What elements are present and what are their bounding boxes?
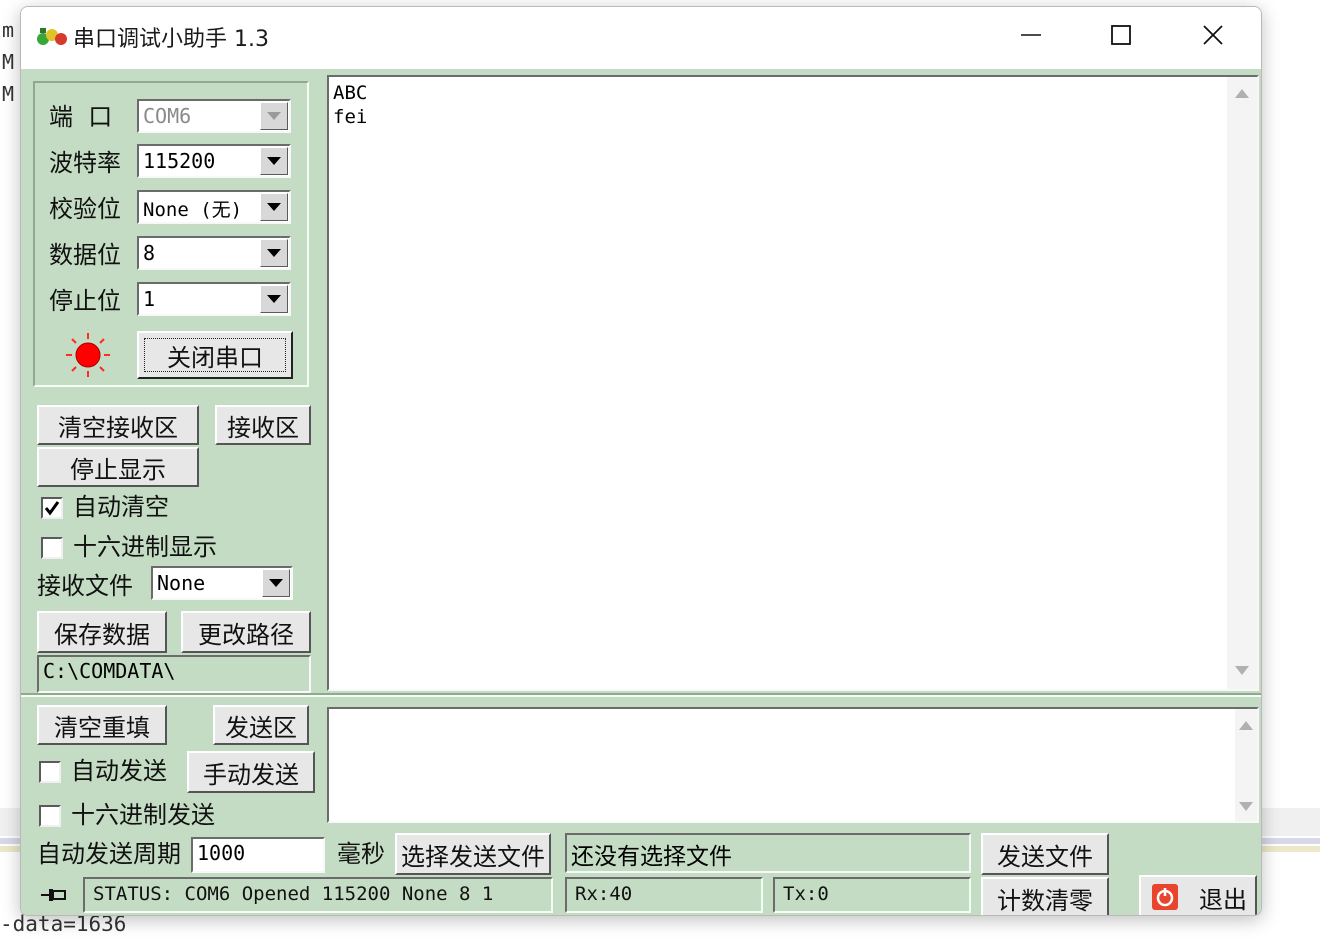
background-char-2: M	[2, 50, 15, 74]
save-data-button[interactable]: 保存数据	[37, 611, 167, 653]
auto-clear-checkbox[interactable]	[41, 497, 63, 519]
window-title: 串口调试小助手 1.3	[73, 27, 269, 52]
auto-send-label: 自动发送	[71, 757, 167, 785]
app-icon	[37, 28, 67, 45]
app-window: 串口调试小助手 1.3 端 口 COM6 波特率 115200 校验位 None…	[20, 6, 1262, 916]
background-char-3: M	[2, 82, 15, 106]
section-separator	[21, 693, 1261, 697]
ms-label: 毫秒	[337, 840, 385, 868]
receive-scrollbar[interactable]	[1227, 77, 1257, 689]
chevron-down-icon[interactable]	[260, 285, 288, 313]
auto-send-checkbox[interactable]	[39, 761, 61, 783]
databits-label: 数据位	[49, 241, 121, 269]
scroll-up-icon[interactable]	[1239, 721, 1253, 730]
status-text: STATUS: COM6 Opened 115200 None 8 1	[83, 877, 553, 913]
send-file-button[interactable]: 发送文件	[981, 833, 1109, 875]
checkmark-icon	[44, 501, 60, 516]
parity-value: None (无)	[143, 199, 243, 221]
receive-file-select[interactable]: None	[151, 566, 293, 600]
power-icon	[1152, 884, 1178, 910]
scroll-up-icon[interactable]	[1235, 89, 1249, 98]
receive-text-area[interactable]: ABC fei	[327, 75, 1259, 691]
scroll-down-icon[interactable]	[1235, 666, 1249, 675]
client-area: 端 口 COM6 波特率 115200 校验位 None (无) 数据位 8 停…	[21, 69, 1261, 915]
save-path-field[interactable]: C:\COMDATA\	[37, 655, 311, 693]
minimize-icon	[1021, 34, 1041, 36]
chevron-down-icon[interactable]	[260, 102, 288, 130]
parity-select[interactable]: None (无)	[137, 190, 291, 224]
change-path-button[interactable]: 更改路径	[181, 611, 311, 653]
port-value: COM6	[143, 104, 192, 128]
send-period-input[interactable]: 1000	[191, 837, 325, 873]
send-area-button[interactable]: 发送区	[213, 705, 309, 745]
chevron-down-icon[interactable]	[260, 147, 288, 175]
port-select[interactable]: COM6	[137, 99, 291, 133]
parity-label: 校验位	[49, 195, 121, 223]
close-port-button[interactable]: 关闭串口	[137, 331, 293, 379]
stopbits-label: 停止位	[49, 287, 121, 315]
close-icon	[1203, 25, 1223, 45]
hex-send-checkbox[interactable]	[39, 805, 61, 827]
send-file-status: 还没有选择文件	[565, 833, 971, 873]
manual-send-button[interactable]: 手动发送	[187, 751, 315, 793]
chevron-down-icon[interactable]	[262, 569, 290, 597]
exit-button[interactable]: 退出	[1139, 875, 1257, 915]
hex-send-label: 十六进制发送	[71, 801, 215, 829]
close-button[interactable]	[1167, 7, 1259, 63]
port-label: 端 口	[49, 103, 113, 131]
stop-display-button[interactable]: 停止显示	[37, 447, 199, 487]
scroll-down-icon[interactable]	[1239, 802, 1253, 811]
stopbits-value: 1	[143, 287, 156, 311]
port-status-indicator-icon	[66, 333, 110, 377]
auto-clear-label: 自动清空	[73, 493, 169, 521]
title-bar[interactable]: 串口调试小助手 1.3	[21, 7, 1261, 63]
receive-file-value: None	[157, 571, 206, 595]
send-scrollbar[interactable]	[1235, 709, 1257, 821]
background-char-1: m	[2, 18, 15, 42]
hex-display-checkbox[interactable]	[41, 537, 63, 559]
stopbits-select[interactable]: 1	[137, 282, 291, 316]
reset-count-button[interactable]: 计数清零	[981, 877, 1109, 915]
minimize-button[interactable]	[985, 7, 1077, 63]
send-period-label: 自动发送周期	[37, 840, 181, 868]
baud-select[interactable]: 115200	[137, 144, 291, 178]
maximize-button[interactable]	[1075, 7, 1167, 63]
select-send-file-button[interactable]: 选择发送文件	[395, 833, 551, 875]
receive-content: ABC fei	[333, 82, 368, 128]
databits-select[interactable]: 8	[137, 236, 291, 270]
databits-value: 8	[143, 241, 156, 265]
baud-label: 波特率	[49, 149, 121, 177]
chevron-down-icon[interactable]	[260, 239, 288, 267]
chevron-down-icon[interactable]	[260, 193, 288, 221]
hex-display-label: 十六进制显示	[73, 533, 217, 561]
send-text-area[interactable]	[327, 707, 1259, 823]
receive-area-button[interactable]: 接收区	[215, 405, 311, 445]
tx-count: Tx:0	[773, 877, 971, 913]
exit-label: 退出	[1199, 885, 1247, 914]
clear-receive-button[interactable]: 清空接收区	[37, 405, 199, 445]
maximize-icon	[1111, 25, 1131, 45]
receive-file-label: 接收文件	[37, 572, 133, 600]
pin-icon[interactable]	[39, 883, 69, 907]
rx-count: Rx:40	[565, 877, 763, 913]
clear-send-button[interactable]: 清空重填	[37, 705, 167, 745]
baud-value: 115200	[143, 149, 216, 173]
